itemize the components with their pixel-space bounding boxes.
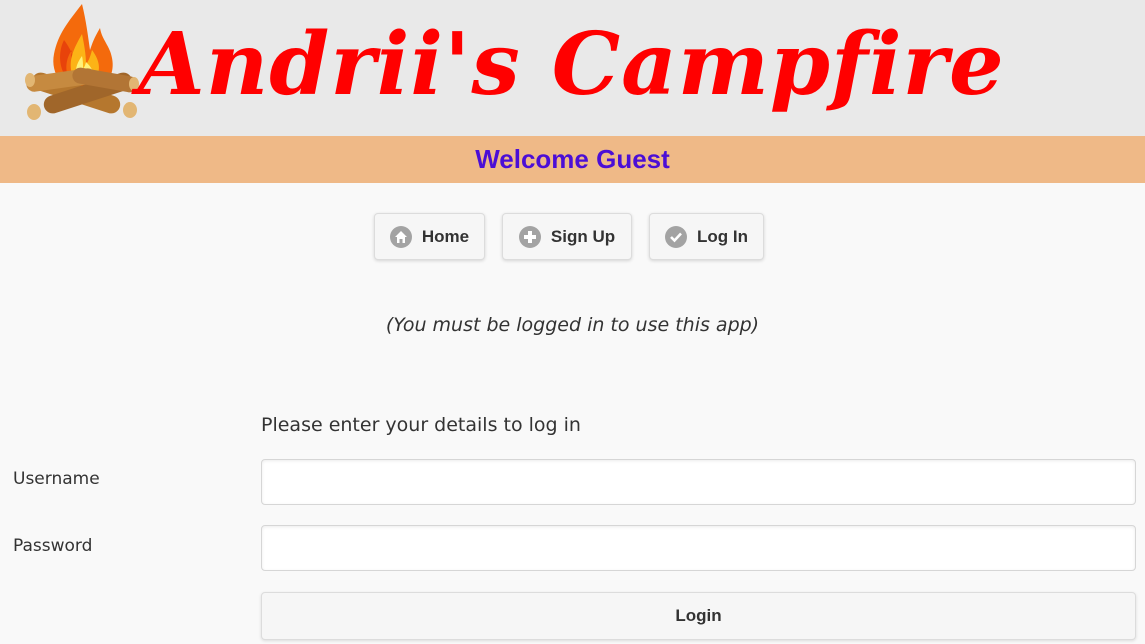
welcome-message: Welcome Guest: [475, 144, 670, 174]
check-icon: [665, 225, 687, 248]
log-in-button-label: Log In: [697, 226, 748, 246]
welcome-bar: Welcome Guest: [0, 136, 1145, 183]
site-title: Andrii's Campfire: [138, 14, 1005, 115]
password-label: Password: [13, 536, 93, 556]
plus-icon: [518, 225, 541, 248]
login-submit-button[interactable]: Login: [261, 592, 1136, 640]
sign-up-button-label: Sign Up: [550, 226, 616, 246]
password-input[interactable]: [261, 525, 1136, 571]
campfire-icon: [25, 4, 139, 120]
username-label: Username: [13, 469, 100, 489]
log-in-button[interactable]: Log In: [649, 213, 764, 260]
home-button[interactable]: Home: [374, 213, 485, 260]
home-button-label: Home: [421, 226, 470, 246]
username-input[interactable]: [261, 459, 1136, 505]
login-submit-label: Login: [675, 606, 722, 625]
home-icon: [389, 225, 412, 248]
sign-up-button[interactable]: Sign Up: [502, 213, 632, 260]
site-header: Andrii's Campfire: [0, 0, 1145, 136]
form-heading: Please enter your details to log in: [261, 414, 581, 436]
login-required-notice: (You must be logged in to use this app): [385, 314, 760, 336]
